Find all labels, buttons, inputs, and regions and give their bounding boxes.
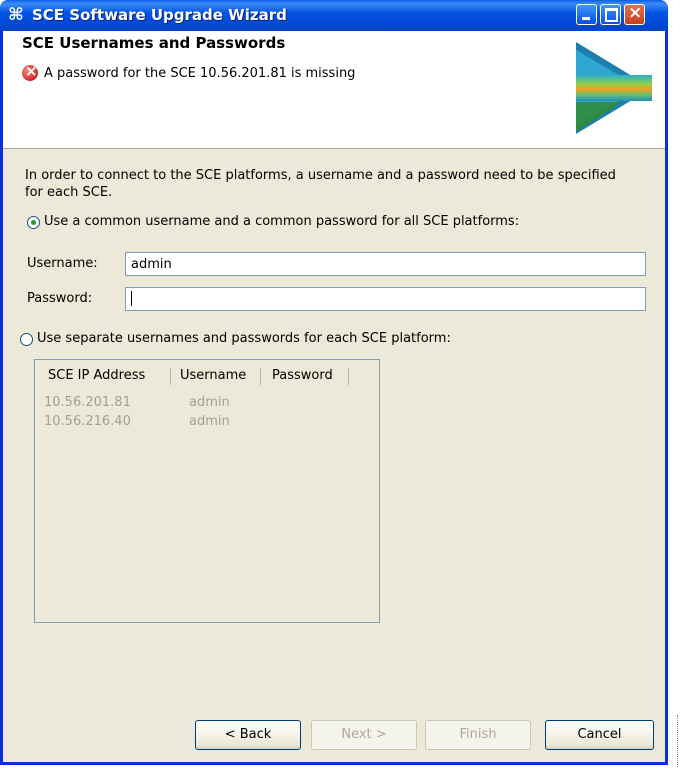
table-header: SCE IP Address Username Password: [35, 360, 349, 392]
cancel-button[interactable]: Cancel: [545, 720, 654, 750]
password-input[interactable]: [125, 287, 646, 311]
column-header-ip[interactable]: SCE IP Address: [48, 360, 145, 392]
title-bar[interactable]: ⌘ SCE Software Upgrade Wizard ×: [0, 0, 668, 31]
error-icon: [22, 62, 38, 81]
finish-button[interactable]: Finish: [425, 720, 531, 750]
text-caret: [131, 291, 132, 306]
divider: [677, 715, 679, 767]
password-label: Password:: [27, 291, 93, 306]
intro-text: In order to connect to the SCE platforms…: [25, 168, 616, 200]
cell-ip: 10.56.216.40: [44, 414, 131, 429]
app-icon: ⌘: [8, 5, 24, 25]
column-separator[interactable]: [260, 368, 261, 385]
username-label: Username:: [27, 256, 98, 271]
common-credentials-radio[interactable]: [27, 216, 40, 229]
column-separator[interactable]: [348, 368, 349, 385]
close-icon: ×: [628, 3, 643, 23]
page-title: SCE Usernames and Passwords: [22, 34, 286, 52]
minimize-button[interactable]: [576, 4, 597, 25]
maximize-button[interactable]: [600, 4, 621, 25]
column-header-username[interactable]: Username: [180, 360, 246, 392]
separate-credentials-radio[interactable]: [20, 333, 33, 346]
separate-credentials-label[interactable]: Use separate usernames and passwords for…: [37, 331, 451, 346]
wizard-banner-icon: [576, 42, 652, 134]
cell-username: admin: [189, 414, 230, 429]
sce-credentials-table[interactable]: SCE IP Address Username Password 10.56.2…: [34, 359, 380, 623]
cell-ip: 10.56.201.81: [44, 395, 131, 410]
close-button[interactable]: ×: [624, 3, 645, 25]
back-button[interactable]: < Back: [195, 720, 301, 750]
cell-username: admin: [189, 395, 230, 410]
column-header-password[interactable]: Password: [272, 360, 333, 392]
next-button[interactable]: Next >: [311, 720, 417, 750]
column-separator[interactable]: [170, 368, 171, 385]
username-input[interactable]: [125, 252, 646, 276]
error-message: A password for the SCE 10.56.201.81 is m…: [44, 66, 356, 81]
window-title: SCE Software Upgrade Wizard: [32, 6, 287, 24]
common-credentials-label[interactable]: Use a common username and a common passw…: [44, 214, 519, 229]
